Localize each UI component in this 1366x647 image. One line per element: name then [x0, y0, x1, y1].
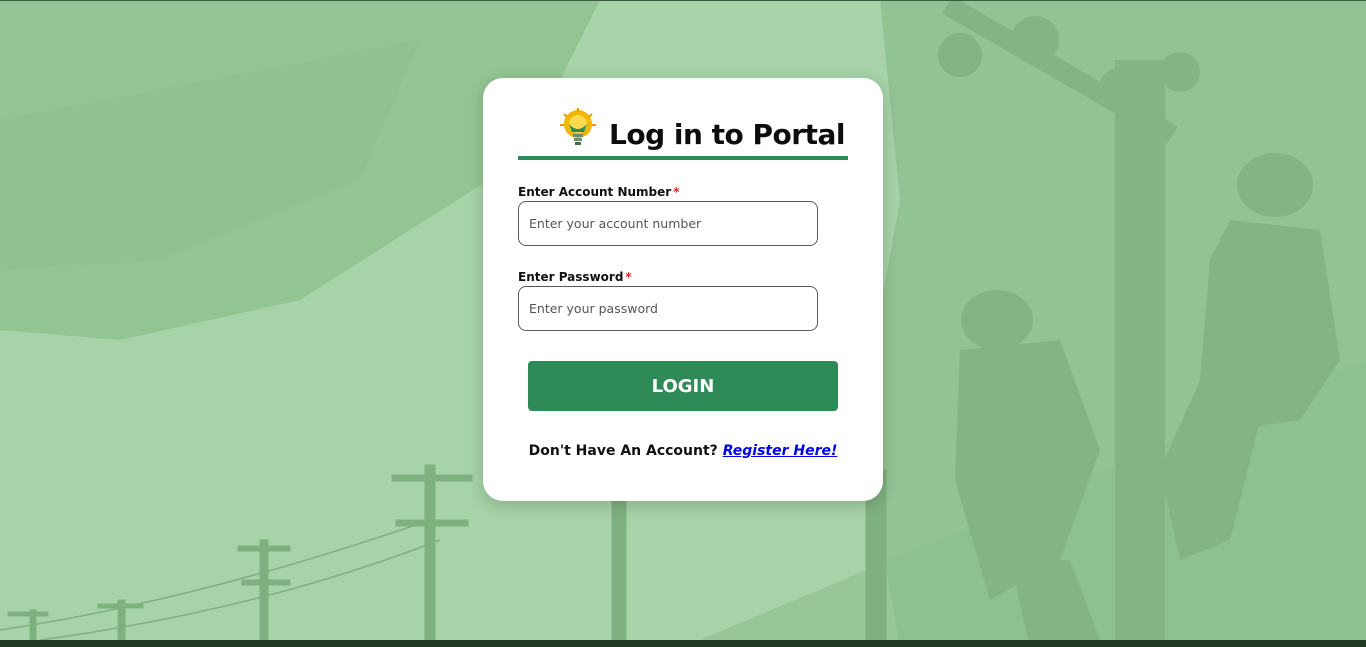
account-number-label-text: Enter Account Number: [518, 185, 672, 199]
login-header: Log in to Portal: [518, 106, 848, 161]
register-prompt-text: Don't Have An Account?: [528, 443, 718, 459]
login-button[interactable]: LOGIN: [528, 361, 838, 411]
register-prompt: Don't Have An Account? Register Here!: [483, 443, 883, 459]
bottom-bar: [0, 640, 1366, 647]
required-asterisk: *: [673, 185, 680, 199]
password-label: Enter Password *: [518, 270, 632, 284]
password-label-text: Enter Password: [518, 270, 624, 284]
account-number-input[interactable]: [518, 201, 818, 246]
required-asterisk: *: [625, 270, 632, 284]
login-card: Log in to Portal Enter Account Number * E…: [483, 78, 883, 501]
sun-bulb-logo-icon: [560, 108, 596, 145]
title-underline: [518, 156, 848, 160]
password-input[interactable]: [518, 286, 818, 331]
top-border: [0, 0, 1366, 1]
account-number-label: Enter Account Number *: [518, 185, 680, 199]
page-title: Log in to Portal: [609, 118, 845, 151]
register-link[interactable]: Register Here!: [723, 443, 838, 459]
